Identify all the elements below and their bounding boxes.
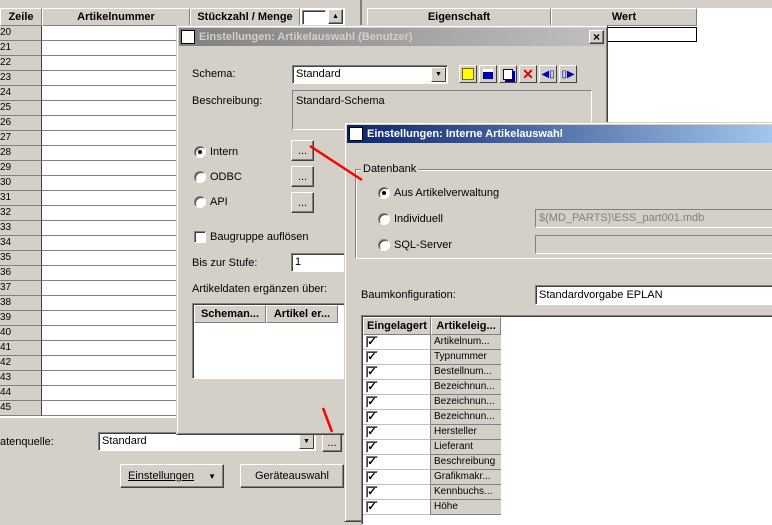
annotation-arrows [309, 144, 363, 433]
arrow-to-datenquelle-browse [321, 407, 334, 433]
arrow-intern-to-dialog [309, 144, 363, 182]
